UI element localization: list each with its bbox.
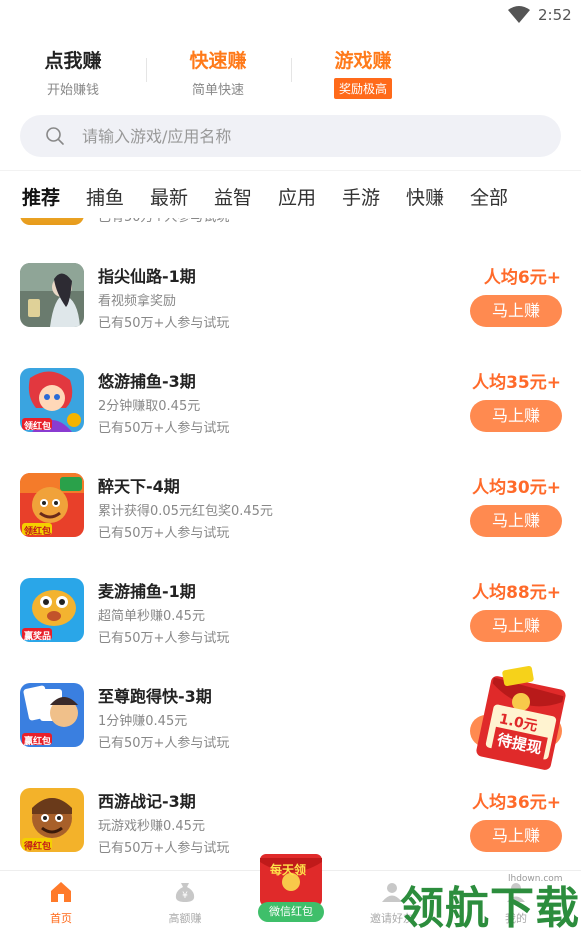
thumbnail-label: 赢红包 bbox=[24, 737, 52, 747]
category-tab-puzzle[interactable]: 益智 bbox=[214, 183, 252, 210]
earn-button[interactable]: 马上赚 bbox=[470, 610, 562, 642]
game-thumbnail: 得红包 bbox=[20, 788, 84, 852]
status-bar: 2:52 bbox=[0, 0, 581, 34]
nav-label: 首页 bbox=[50, 912, 72, 925]
wechat-red-envelope-button[interactable]: 每天领 微信红包 bbox=[248, 852, 334, 924]
watermark: lhdown.com 领航下载 bbox=[400, 862, 581, 930]
game-title: 西游战记-3期 bbox=[98, 792, 196, 811]
wifi-icon bbox=[508, 6, 530, 23]
game-thumbnail: 领红包 bbox=[20, 368, 84, 432]
game-thumbnail: 赢红包 bbox=[20, 683, 84, 747]
mode-tab-quick-earn[interactable]: 快速赚 简单快速 bbox=[153, 46, 283, 98]
game-join-count: 已有50万+人参与试玩 bbox=[98, 631, 230, 646]
game-join-count: 已有50万+人参与试玩 bbox=[98, 316, 230, 331]
thumbnail-label: 领红包 bbox=[24, 422, 52, 432]
search-bar[interactable] bbox=[20, 115, 561, 157]
category-tab-all[interactable]: 全部 bbox=[470, 183, 508, 210]
game-title: 指尖仙路-1期 bbox=[98, 267, 196, 286]
category-tab-mobile-games[interactable]: 手游 bbox=[342, 183, 380, 210]
earn-button[interactable]: 马上赚 bbox=[470, 295, 562, 327]
search-icon bbox=[46, 127, 64, 145]
thumbnail-label: 得红包 bbox=[24, 842, 52, 852]
reward-amount: 人均6元+ bbox=[483, 268, 561, 288]
game-description: 看视频拿奖励 bbox=[98, 294, 177, 309]
game-description: 1分钟赚0.45元 bbox=[98, 714, 188, 729]
list-item[interactable]: 指尖仙路-1期 看视频拿奖励 已有50万+人参与试玩 人均6元+ 马上赚 bbox=[0, 263, 581, 368]
mode-tab-game-earn[interactable]: 游戏赚 奖励极高 bbox=[298, 46, 428, 99]
earn-button[interactable]: 马上赚 bbox=[470, 820, 562, 852]
game-title: 麦游捕鱼-1期 bbox=[98, 582, 196, 601]
svg-text:¥: ¥ bbox=[182, 891, 188, 901]
reward-amount: 人均30元+ bbox=[472, 478, 561, 498]
floating-red-envelope[interactable]: 1.0元 待提现 bbox=[475, 660, 567, 770]
money-bag-icon: ¥ bbox=[175, 883, 195, 902]
thumbnail-label: 领红包 bbox=[24, 527, 52, 537]
game-description: 玩游戏秒赚0.45元 bbox=[98, 819, 205, 834]
category-tab-fishing[interactable]: 捕鱼 bbox=[86, 183, 124, 210]
game-thumbnail bbox=[20, 263, 84, 327]
category-tab-apps[interactable]: 应用 bbox=[278, 183, 316, 210]
list-item[interactable]: 领红包 醉天下-4期 累计获得0.05元红包奖0.45元 已有50万+人参与试玩… bbox=[0, 473, 581, 578]
envelope-top-text: 每天领 bbox=[270, 863, 307, 877]
divider bbox=[291, 58, 292, 82]
mode-tab-title: 点我赚 bbox=[44, 50, 102, 72]
nav-home[interactable]: 首页 bbox=[21, 881, 101, 926]
nav-high-earn[interactable]: ¥ 高额赚 bbox=[145, 881, 225, 926]
list-item[interactable]: 领红包 悠游捕鱼-3期 2分钟赚取0.45元 已有50万+人参与试玩 人均35元… bbox=[0, 368, 581, 473]
wechat-envelope-label: 微信红包 bbox=[258, 902, 324, 922]
game-thumbnail: 领红包 bbox=[20, 473, 84, 537]
mode-tab-badge: 奖励极高 bbox=[333, 78, 392, 99]
earn-button[interactable]: 马上赚 bbox=[470, 505, 562, 537]
game-join-count: 已有50万+人参与试玩 bbox=[98, 736, 230, 751]
reward-amount: 人均36元+ bbox=[472, 793, 561, 813]
category-tab-newest[interactable]: 最新 bbox=[150, 183, 188, 210]
game-thumbnail: 赢奖品 bbox=[20, 578, 84, 642]
game-join-count: 已有50万+人参与试玩 bbox=[98, 421, 230, 436]
game-description: 超简单秒赚0.45元 bbox=[98, 609, 205, 624]
nav-label: 高额赚 bbox=[168, 912, 202, 925]
earn-button[interactable]: 马上赚 bbox=[470, 400, 562, 432]
game-description: 累计获得0.05元红包奖0.45元 bbox=[98, 504, 273, 519]
divider bbox=[146, 58, 147, 82]
game-title: 醉天下-4期 bbox=[98, 477, 180, 496]
home-icon bbox=[51, 882, 71, 902]
mode-tab-title: 快速赚 bbox=[189, 50, 247, 72]
mode-tab-title: 游戏赚 bbox=[334, 50, 392, 72]
category-tab-recommended[interactable]: 推荐 bbox=[22, 183, 60, 210]
reward-amount: 人均35元+ bbox=[472, 373, 561, 393]
mode-tab-click-earn[interactable]: 点我赚 开始赚钱 bbox=[8, 46, 138, 98]
thumbnail-label: 赢奖品 bbox=[24, 632, 52, 642]
search-input[interactable] bbox=[82, 115, 542, 157]
game-join-count: 已有50万+人参与试玩 bbox=[98, 526, 230, 541]
mode-tab-subtitle: 简单快速 bbox=[191, 83, 244, 98]
clock: 2:52 bbox=[538, 6, 572, 24]
category-tab-quick-earn[interactable]: 快赚 bbox=[406, 183, 444, 210]
watermark-text: 领航下载 bbox=[400, 883, 580, 930]
reward-amount: 人均88元+ bbox=[472, 583, 561, 603]
mode-tab-subtitle: 开始赚钱 bbox=[46, 83, 99, 98]
game-title: 至尊跑得快-3期 bbox=[98, 687, 212, 706]
game-title: 悠游捕鱼-3期 bbox=[98, 372, 196, 391]
game-join-count: 已有50万+人参与试玩 bbox=[98, 841, 230, 856]
category-tabs: 推荐 捕鱼 最新 益智 应用 手游 快赚 全部 bbox=[0, 170, 581, 218]
game-description: 2分钟赚取0.45元 bbox=[98, 399, 201, 414]
